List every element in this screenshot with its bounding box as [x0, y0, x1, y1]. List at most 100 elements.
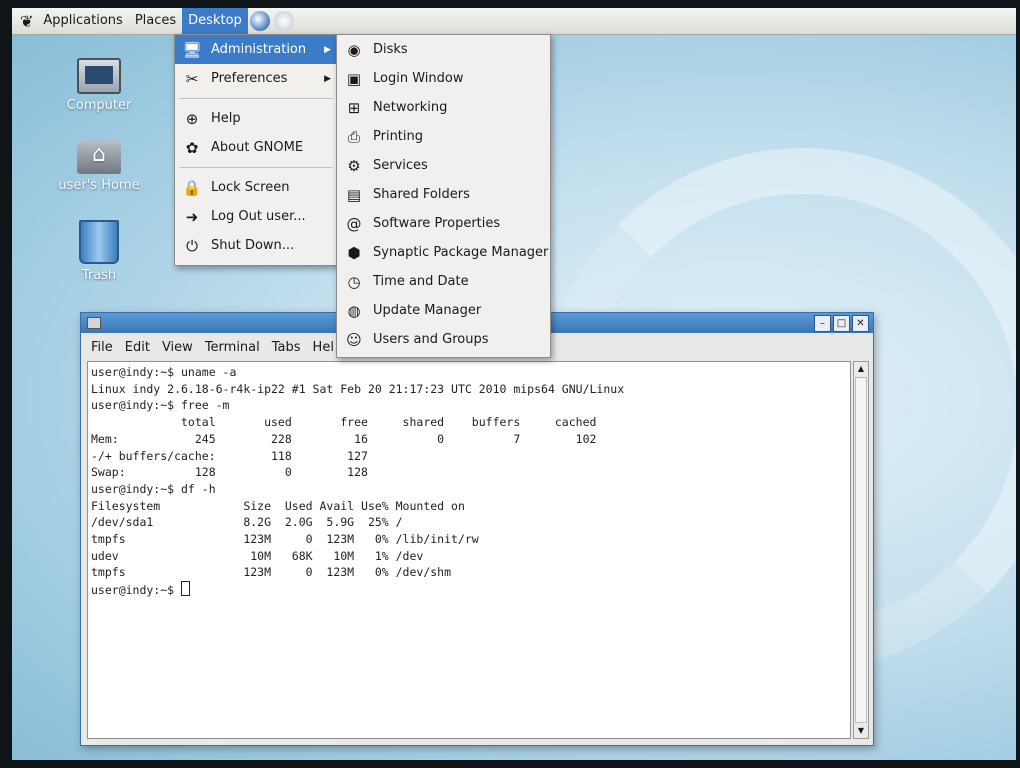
- menu-item-label: Services: [373, 158, 428, 173]
- menu-item-help[interactable]: ⊕ Help: [175, 104, 337, 133]
- menu-item-label: Shut Down...: [211, 238, 295, 253]
- menu-item-services[interactable]: ⚙ Services: [337, 151, 550, 180]
- menu-help[interactable]: Hel: [313, 340, 334, 355]
- menu-item-shared-folders[interactable]: ▤ Shared Folders: [337, 180, 550, 209]
- minimize-button[interactable]: –: [814, 314, 831, 332]
- preferences-icon: ✂: [185, 69, 199, 88]
- printer-icon: ⎙: [347, 127, 360, 146]
- mail-icon[interactable]: [273, 11, 294, 31]
- gnome-foot-icon[interactable]: ❦: [12, 12, 37, 31]
- menu-tabs[interactable]: Tabs: [272, 340, 301, 355]
- menu-item-synaptic[interactable]: ⬢ Synaptic Package Manager: [337, 238, 550, 267]
- menu-item-label: Users and Groups: [373, 332, 489, 347]
- menu-item-label: Printing: [373, 129, 424, 144]
- disks-icon: ◉: [347, 40, 361, 59]
- users-icon: ☺: [346, 330, 362, 349]
- lock-icon: 🔒: [182, 178, 202, 197]
- menu-item-lock-screen[interactable]: 🔒 Lock Screen: [175, 173, 337, 202]
- text-cursor: [181, 581, 191, 597]
- menu-item-printing[interactable]: ⎙ Printing: [337, 122, 550, 151]
- menu-item-administration[interactable]: 🖥 Administration ▶: [175, 35, 337, 64]
- desktop-icon-home[interactable]: user's Home: [54, 140, 144, 193]
- menu-item-shut-down[interactable]: ⏻ Shut Down...: [175, 231, 337, 260]
- menu-file[interactable]: File: [91, 340, 113, 355]
- submenu-arrow-icon: ▶: [324, 73, 331, 84]
- scroll-up-arrow-icon[interactable]: ▲: [854, 362, 868, 376]
- synaptic-icon: ⬢: [347, 243, 361, 262]
- services-icon: ⚙: [347, 156, 361, 175]
- login-window-icon: ▣: [346, 69, 362, 88]
- terminal-line: user@indy:~$ df -h: [91, 481, 216, 496]
- menu-item-log-out[interactable]: ➜ Log Out user...: [175, 202, 337, 231]
- menu-view[interactable]: View: [162, 340, 193, 355]
- administration-icon: 🖥: [182, 40, 202, 59]
- menu-item-users-and-groups[interactable]: ☺ Users and Groups: [337, 325, 550, 354]
- update-icon: ◍: [347, 301, 361, 320]
- menu-item-label: Software Properties: [373, 216, 501, 231]
- terminal-line: Swap: 128 0 128: [91, 465, 368, 480]
- applications-menu[interactable]: Applications: [37, 8, 128, 34]
- terminal-line: tmpfs 123M 0 123M 0% /lib/init/rw: [91, 532, 479, 547]
- home-folder-icon: [77, 140, 121, 174]
- terminal-line: user@indy:~$ uname -a: [91, 365, 237, 379]
- menu-separator: [179, 167, 333, 168]
- scrollbar-thumb[interactable]: [855, 377, 867, 723]
- desktop-icon-label: Trash: [81, 268, 117, 283]
- terminal-line: udev 10M 68K 10M 1% /dev: [91, 548, 424, 563]
- window-menu-icon[interactable]: [87, 317, 101, 329]
- menu-item-label: Help: [211, 111, 241, 126]
- menu-edit[interactable]: Edit: [125, 340, 150, 355]
- terminal-scrollbar[interactable]: ▲ ▼: [853, 361, 869, 739]
- terminal-line: tmpfs 123M 0 123M 0% /dev/shm: [91, 565, 452, 580]
- trash-icon: [79, 220, 119, 264]
- menu-item-disks[interactable]: ◉ Disks: [337, 35, 550, 64]
- terminal-line: -/+ buffers/cache: 118 127: [91, 448, 368, 463]
- places-menu[interactable]: Places: [129, 8, 182, 34]
- clock-icon: ◷: [347, 272, 361, 291]
- terminal-line: total used free shared buffers cached: [91, 415, 597, 430]
- desktop-menu[interactable]: Desktop: [182, 8, 248, 34]
- networking-icon: ⊞: [347, 98, 361, 117]
- menu-item-preferences[interactable]: ✂ Preferences ▶: [175, 64, 337, 93]
- desktop: ❦ Applications Places Desktop Computer u…: [12, 8, 1016, 760]
- menu-item-label: Synaptic Package Manager: [373, 245, 549, 260]
- maximize-button[interactable]: □: [833, 314, 850, 332]
- menu-item-software-properties[interactable]: @ Software Properties: [337, 209, 550, 238]
- terminal-prompt: user@indy:~$: [91, 583, 182, 598]
- menu-item-login-window[interactable]: ▣ Login Window: [337, 64, 550, 93]
- terminal-line: Mem: 245 228 16 0 7 102: [91, 431, 597, 446]
- menu-item-label: Shared Folders: [373, 187, 470, 202]
- terminal-output[interactable]: user@indy:~$ uname -a Linux indy 2.6.18-…: [87, 361, 851, 739]
- desktop-icon-label: user's Home: [58, 178, 140, 193]
- menu-item-label: Preferences: [211, 71, 288, 86]
- menu-item-about-gnome[interactable]: ✿ About GNOME: [175, 133, 337, 162]
- terminal-window: – □ ✕ File Edit View Terminal Tabs Hel u…: [80, 312, 874, 746]
- menu-item-label: Administration: [211, 42, 307, 57]
- menu-item-label: About GNOME: [211, 140, 304, 155]
- submenu-arrow-icon: ▶: [324, 44, 331, 55]
- menu-terminal[interactable]: Terminal: [205, 340, 260, 355]
- desktop-icon-computer[interactable]: Computer: [54, 58, 144, 113]
- scroll-down-arrow-icon[interactable]: ▼: [854, 724, 868, 738]
- menu-item-label: Lock Screen: [211, 180, 290, 195]
- desktop-icon-trash[interactable]: Trash: [54, 220, 144, 283]
- terminal-line: Linux indy 2.6.18-6-r4k-ip22 #1 Sat Feb …: [91, 381, 625, 396]
- terminal-line: /dev/sda1 8.2G 2.0G 5.9G 25% /: [91, 515, 403, 530]
- menu-item-update-manager[interactable]: ◍ Update Manager: [337, 296, 550, 325]
- menu-item-label: Time and Date: [373, 274, 469, 289]
- menu-item-label: Update Manager: [373, 303, 482, 318]
- menu-separator: [179, 98, 333, 99]
- menu-item-label: Disks: [373, 42, 408, 57]
- menu-item-time-and-date[interactable]: ◷ Time and Date: [337, 267, 550, 296]
- shutdown-icon: ⏻: [186, 236, 198, 255]
- menu-item-networking[interactable]: ⊞ Networking: [337, 93, 550, 122]
- web-browser-icon[interactable]: [249, 11, 270, 31]
- help-icon: ⊕: [185, 109, 199, 128]
- close-button[interactable]: ✕: [852, 314, 869, 332]
- software-properties-icon: @: [346, 214, 362, 233]
- shared-folders-icon: ▤: [346, 185, 362, 204]
- menu-item-label: Log Out user...: [211, 209, 306, 224]
- menu-item-label: Login Window: [373, 71, 464, 86]
- logout-icon: ➜: [185, 207, 199, 226]
- terminal-line: Filesystem Size Used Avail Use% Mounted …: [91, 498, 465, 513]
